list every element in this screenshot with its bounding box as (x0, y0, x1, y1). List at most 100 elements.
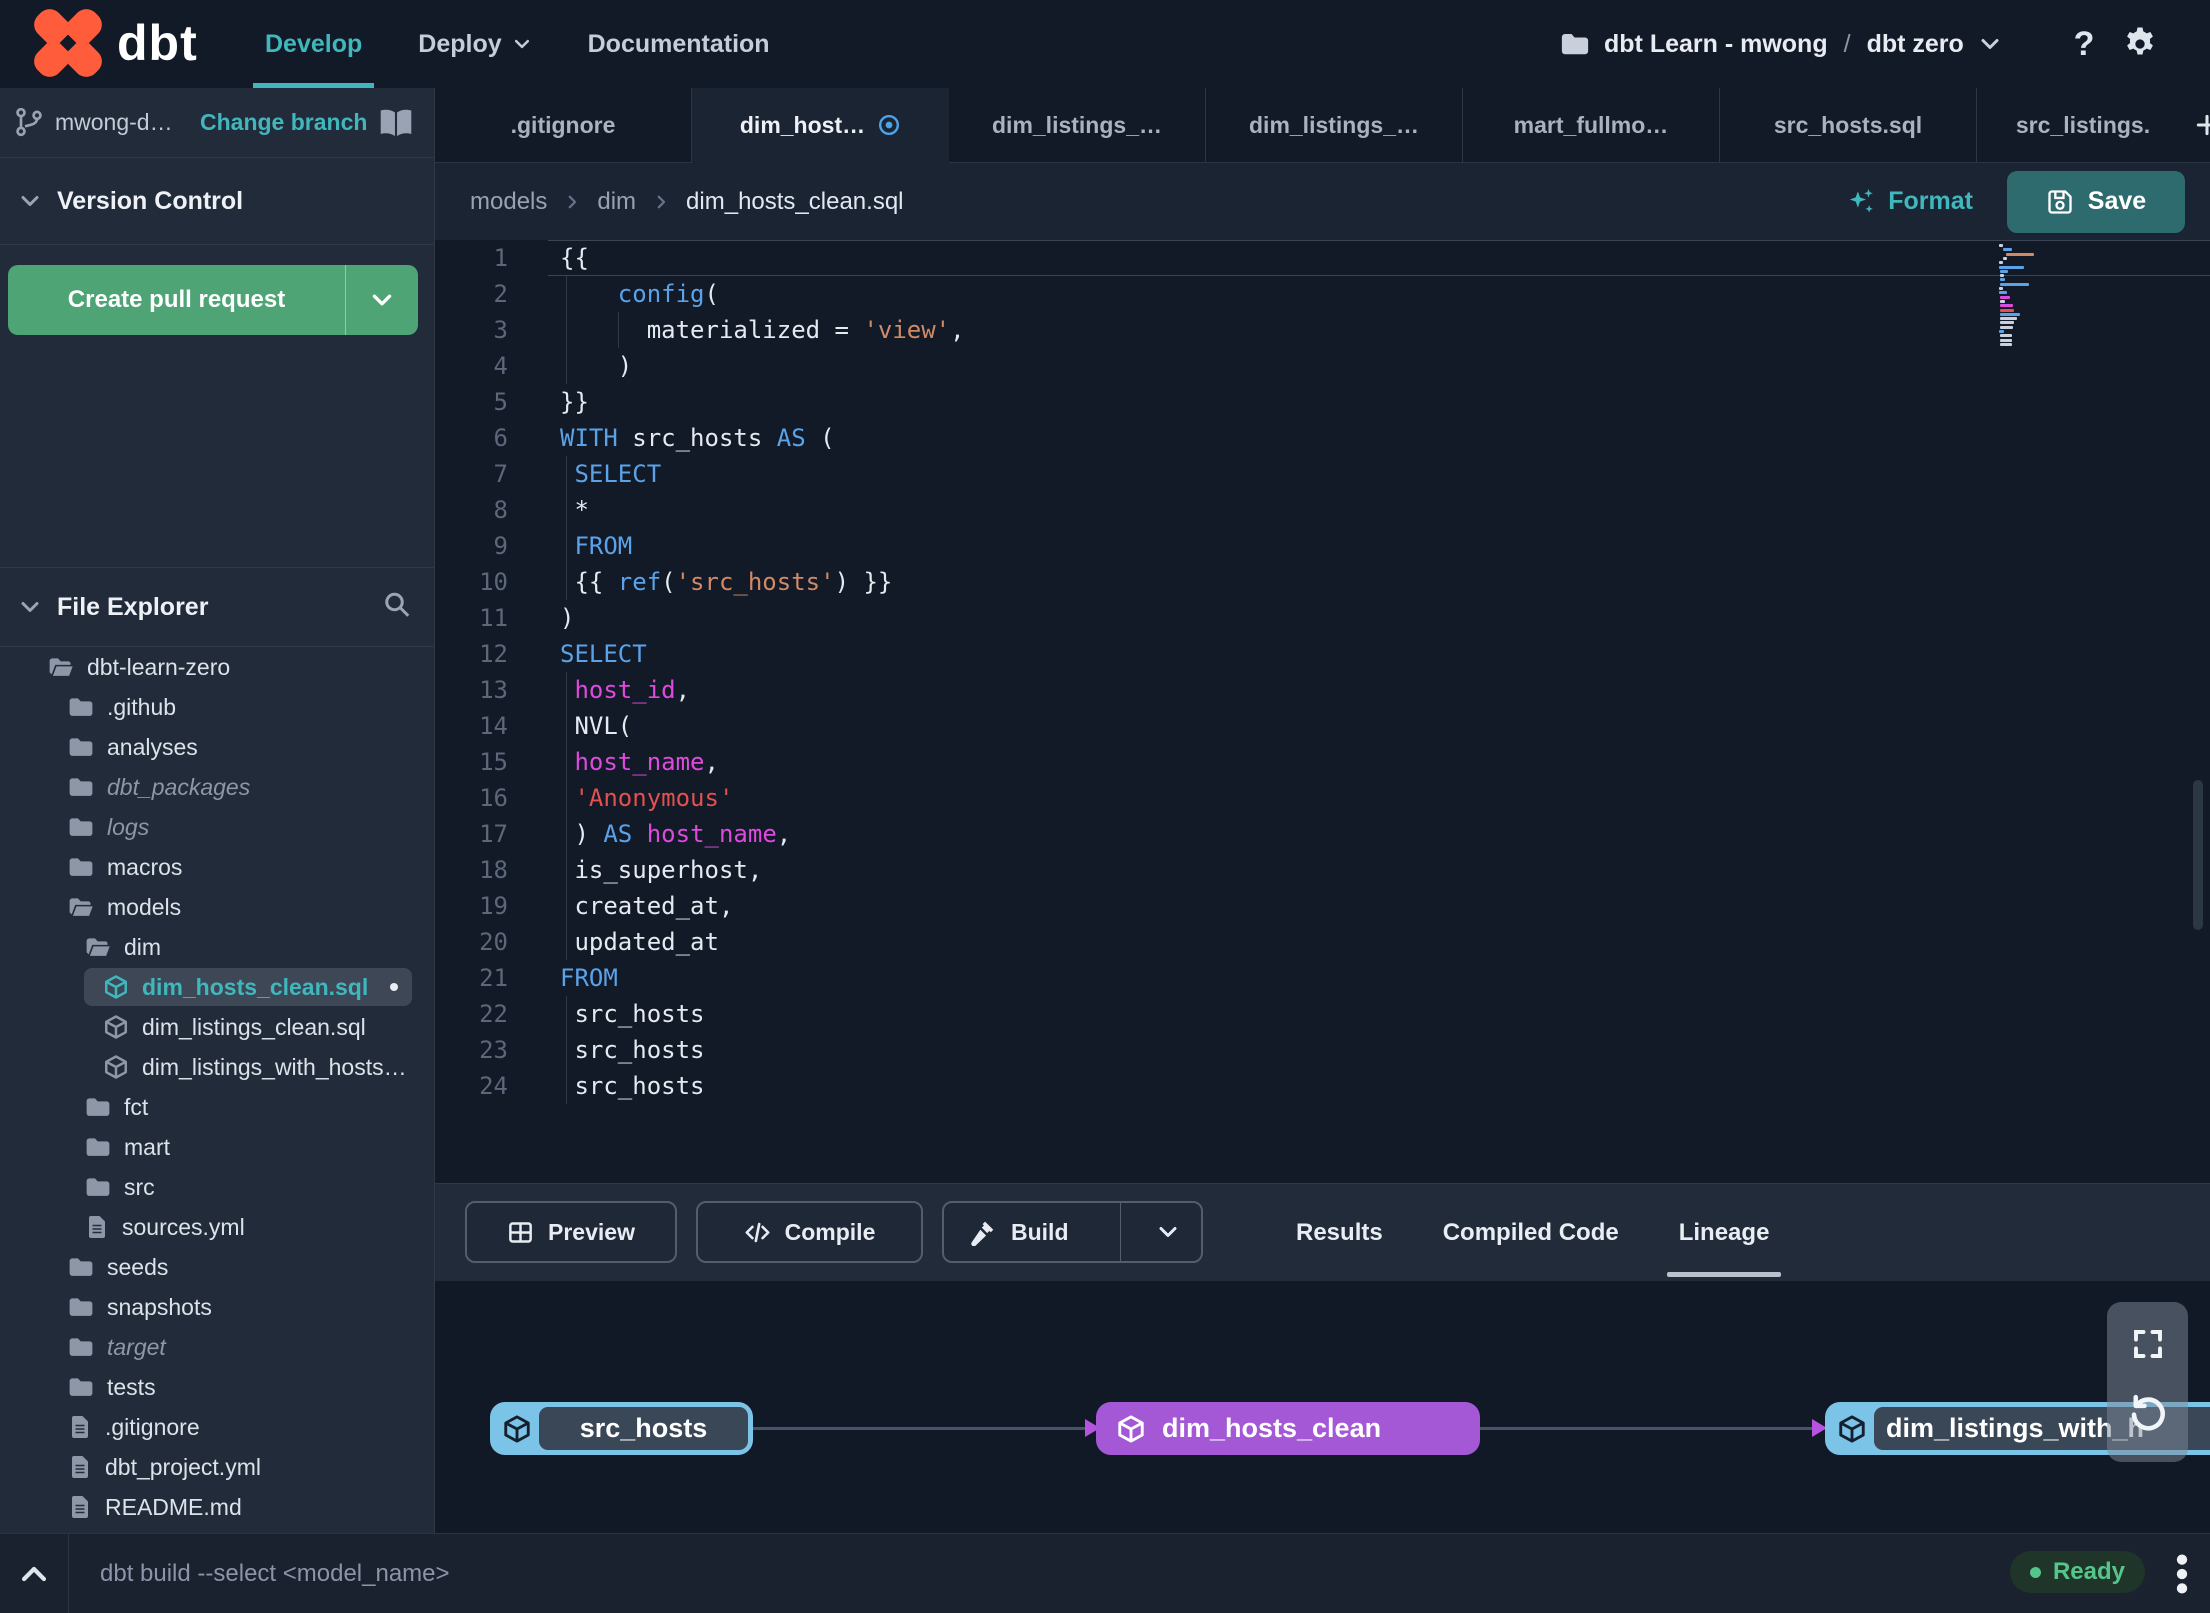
code-text: host_name, (574, 748, 719, 776)
code-line[interactable]: 3 materialized = 'view', (435, 312, 2210, 348)
change-branch-link[interactable]: Change branch (200, 88, 367, 157)
code-line[interactable]: 5}} (435, 384, 2210, 420)
tab-src_listings.[interactable]: src_listings. (1977, 88, 2189, 162)
pull-request-dropdown-button[interactable] (346, 265, 418, 335)
tree-item-README.md[interactable]: README.md (0, 1487, 434, 1527)
tab-.gitignore[interactable]: .gitignore (435, 88, 692, 162)
code-line[interactable]: 8 * (435, 492, 2210, 528)
code-line[interactable]: 22 src_hosts (435, 996, 2210, 1032)
code-line[interactable]: 6 WITH src_hosts AS ( (435, 420, 2210, 456)
preview-button[interactable]: Preview (465, 1201, 677, 1263)
settings-button[interactable] (2116, 0, 2164, 88)
tab-src_hosts.sql[interactable]: src_hosts.sql (1720, 88, 1977, 162)
tree-item-sources.yml[interactable]: sources.yml (0, 1207, 434, 1247)
tree-item-dim_listings_clean.sql[interactable]: dim_listings_clean.sql (0, 1007, 434, 1047)
project-switcher[interactable]: dbt Learn - mwong / dbt zero (1560, 0, 2002, 88)
tab-dim_host[interactable]: dim_host… (692, 88, 949, 162)
code-line[interactable]: 18 is_superhost, (435, 852, 2210, 888)
dbt-logo[interactable]: dbt (33, 8, 198, 78)
create-pull-request-button[interactable]: Create pull request (8, 265, 418, 335)
panel-tab-lineage[interactable]: Lineage (1666, 1184, 1782, 1281)
lineage-node-dim_hosts_clean[interactable]: dim_hosts_clean (1096, 1402, 1480, 1455)
nav-item-develop[interactable]: Develop (252, 0, 375, 88)
version-control-header[interactable]: Version Control (0, 158, 434, 245)
code-line[interactable]: 2 config( (435, 276, 2210, 312)
code-line[interactable]: 1 {{ (435, 240, 2210, 276)
tree-item-dbt_project.yml[interactable]: dbt_project.yml (0, 1447, 434, 1487)
tree-item-dim_hosts_clean.sql[interactable]: dim_hosts_clean.sql (0, 967, 434, 1007)
code-editor[interactable]: 1{{2 config(3 materialized = 'view', 4 ) 5… (435, 240, 2210, 1183)
tree-item-label: dim_hosts_clean.sql (142, 973, 369, 1000)
code-line[interactable]: 13 host_id, (435, 672, 2210, 708)
code-line[interactable]: 4 ) (435, 348, 2210, 384)
tree-item-src[interactable]: src (0, 1167, 434, 1207)
tree-item-snapshots[interactable]: snapshots (0, 1287, 434, 1327)
breadcrumb-file[interactable]: dim_hosts_clean.sql (686, 188, 903, 216)
tree-item-label: dbt_packages (107, 773, 251, 800)
lineage-node-src_hosts[interactable]: src_hosts (490, 1402, 753, 1455)
lineage-node-label: src_hosts (579, 1413, 708, 1443)
build-dropdown-button[interactable] (1135, 1203, 1201, 1261)
code-line[interactable]: 14 NVL( (435, 708, 2210, 744)
code-line[interactable]: 17 ) AS host_name, (435, 816, 2210, 852)
code-line[interactable]: 9 FROM (435, 528, 2210, 564)
nav-item-documentation[interactable]: Documentation (588, 0, 770, 88)
save-button[interactable]: Save (2007, 170, 2185, 233)
help-button[interactable]: ? (2062, 0, 2106, 88)
compile-button[interactable]: Compile (696, 1201, 923, 1263)
tree-item-analyses[interactable]: analyses (0, 727, 434, 767)
breadcrumb-folder[interactable]: models (470, 188, 547, 216)
tree-item-target[interactable]: target (0, 1327, 434, 1367)
overflow-menu-button[interactable] (2160, 1534, 2204, 1613)
status-bar: dbt build --select <model_name> Ready (0, 1533, 2210, 1613)
code-line[interactable]: 23 src_hosts (435, 1032, 2210, 1068)
code-line[interactable]: 11) (435, 600, 2210, 636)
folder-icon (68, 774, 94, 800)
tab-dim_listings_[interactable]: dim_listings_… (1206, 88, 1463, 162)
code-line[interactable]: 24 src_hosts (435, 1068, 2210, 1104)
panel-tab-compiled-code[interactable]: Compiled Code (1443, 1184, 1619, 1281)
code-line[interactable]: 20 updated_at (435, 924, 2210, 960)
tree-item-dim[interactable]: dim (0, 927, 434, 967)
line-number: 21 (479, 964, 508, 992)
tree-item-logs[interactable]: logs (0, 807, 434, 847)
tree-item-macros[interactable]: macros (0, 847, 434, 887)
code-line[interactable]: 15 host_name, (435, 744, 2210, 780)
tab-mart_fullmo[interactable]: mart_fullmo… (1463, 88, 1720, 162)
code-line[interactable]: 19 created_at, (435, 888, 2210, 924)
file-explorer-header[interactable]: File Explorer (0, 567, 434, 647)
breadcrumb-folder[interactable]: dim (597, 188, 636, 216)
tree-item-tests[interactable]: tests (0, 1367, 434, 1407)
reset-view-button[interactable] (2127, 1391, 2169, 1438)
build-button[interactable]: Build (942, 1201, 1203, 1263)
tree-item-dim_listings_with_hosts[interactable]: dim_listings_with_hosts… (0, 1047, 434, 1087)
expand-console-button[interactable] (10, 1534, 58, 1613)
line-number: 6 (493, 424, 508, 452)
line-number: 2 (493, 280, 508, 308)
folder-open-icon (48, 654, 74, 680)
tree-item-dbt_packages[interactable]: dbt_packages (0, 767, 434, 807)
command-input[interactable]: dbt build --select <model_name> (100, 1534, 450, 1613)
panel-tab-results[interactable]: Results (1296, 1184, 1383, 1281)
tree-item-mart[interactable]: mart (0, 1127, 434, 1167)
format-button[interactable]: Format (1846, 187, 1973, 217)
code-line[interactable]: 10 {{ ref('src_hosts') }} (435, 564, 2210, 600)
code-line[interactable]: 16 'Anonymous' (435, 780, 2210, 816)
docs-book-button[interactable] (378, 105, 414, 146)
tree-item-seeds[interactable]: seeds (0, 1247, 434, 1287)
fullscreen-button[interactable] (2130, 1326, 2166, 1367)
new-tab-button[interactable] (2189, 88, 2210, 162)
nav-item-deploy[interactable]: Deploy (418, 0, 531, 88)
tab-dim_listings_[interactable]: dim_listings_… (949, 88, 1206, 162)
tree-item-fct[interactable]: fct (0, 1087, 434, 1127)
code-line[interactable]: 12 SELECT (435, 636, 2210, 672)
code-line[interactable]: 21 FROM (435, 960, 2210, 996)
tree-item-dbt-learn-zero[interactable]: dbt-learn-zero (0, 647, 434, 687)
file-search-button[interactable] (382, 590, 412, 625)
line-number: 19 (479, 892, 508, 920)
lineage-canvas[interactable]: src_hosts dim_hosts_clean dim_listings_wit… (435, 1281, 2210, 1533)
tree-item-.github[interactable]: .github (0, 687, 434, 727)
tree-item-.gitignore[interactable]: .gitignore (0, 1407, 434, 1447)
code-line[interactable]: 7 SELECT (435, 456, 2210, 492)
tree-item-models[interactable]: models (0, 887, 434, 927)
